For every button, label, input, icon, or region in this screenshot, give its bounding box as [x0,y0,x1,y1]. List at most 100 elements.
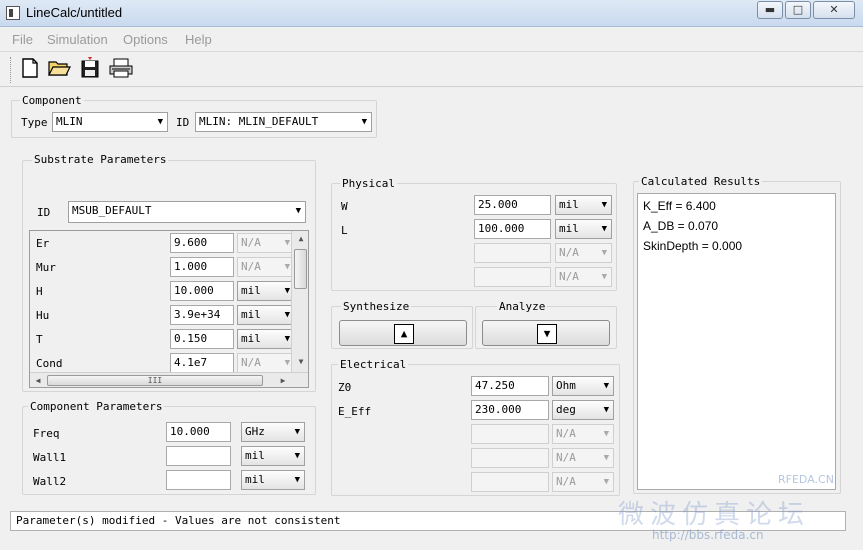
scroll-left-icon[interactable]: ◀ [30,373,46,387]
component-id-select[interactable]: MLIN: MLIN_DEFAULT ▼ [195,112,372,132]
arrow-down-icon: ▼ [537,324,557,344]
param-freq-unit-select[interactable]: GHz ▼ [241,422,305,442]
watermark-url: http://bbs.rfeda.cn [652,528,764,542]
physical-empty-3-unit-select: N/A ▼ [555,267,612,287]
chevron-down-icon: ▼ [295,206,301,216]
substrate-hu-unit-select[interactable]: mil ▼ [237,305,295,325]
chevron-down-icon: ▼ [284,334,290,344]
chevron-down-icon: ▼ [284,238,290,248]
substrate-h-unit-select[interactable]: mil ▼ [237,281,295,301]
substrate-t-input[interactable]: 0.150 [170,329,234,349]
window-title: LineCalc/untitled [26,5,123,20]
vertical-scrollbar[interactable]: ▲ ▼ [291,231,308,372]
substrate-er-unit-select[interactable]: N/A ▼ [237,233,295,253]
substrate-er-input[interactable]: 9.600 [170,233,234,253]
physical-empty-2-unit-select: N/A ▼ [555,243,612,263]
menu-file[interactable]: File [12,32,33,47]
substrate-cond-unit-select-value: N/A [241,356,261,369]
param-wall2-unit-select[interactable]: mil ▼ [241,470,305,490]
electrical-e_eff-input[interactable]: 230.000 [471,400,549,420]
synthesize-group-label: Synthesize [341,300,412,313]
param-wall1-unit-select[interactable]: mil ▼ [241,446,305,466]
menu-options[interactable]: Options [123,32,168,47]
physical-l-unit-select[interactable]: mil ▼ [555,219,612,239]
vertical-scroll-thumb[interactable] [294,249,307,289]
watermark-chinese: 微波仿真论坛 [618,500,811,530]
synthesize-button[interactable]: ▲ [339,320,467,346]
substrate-mur-input[interactable]: 1.000 [170,257,234,277]
analyze-button[interactable]: ▼ [482,320,610,346]
chevron-down-icon: ▼ [284,262,290,272]
save-icon[interactable] [78,57,102,81]
new-file-icon[interactable] [18,57,42,81]
param-wall1-unit-select-value: mil [245,449,265,462]
id-label: ID [176,116,190,129]
chevron-down-icon: ▼ [603,405,609,415]
type-select[interactable]: MLIN ▼ [52,112,168,132]
param-freq-input[interactable]: 10.000 [166,422,231,442]
menu-help[interactable]: Help [185,32,212,47]
close-button[interactable]: ✕ [813,1,855,19]
minimize-button[interactable]: ▬ [757,1,783,19]
chevron-down-icon: ▼ [601,224,607,234]
substrate-mur-unit-select[interactable]: N/A ▼ [237,257,295,277]
chevron-down-icon: ▼ [601,248,607,258]
electrical-e_eff-unit-select[interactable]: deg ▼ [552,400,614,420]
toolbar-grip [10,57,12,83]
substrate-er-unit-select-value: N/A [241,236,261,249]
param-freq-unit-select-value: GHz [245,425,265,438]
param-wall2-label: Wall2 [33,475,67,488]
physical-w-input[interactable]: 25.000 [474,195,551,215]
app-icon [6,6,20,20]
physical-group-label: Physical [340,177,397,190]
chevron-down-icon: ▼ [361,117,367,127]
horizontal-scrollbar[interactable]: ◀ III ▶ [30,372,308,387]
substrate-cond-label: Cond [36,357,63,370]
analyze-group-label: Analyze [497,300,548,313]
electrical-e_eff-label: E_Eff [338,405,372,418]
substrate-id-value: MSUB_DEFAULT [72,204,152,217]
toolbar [0,53,863,87]
results-text-area[interactable]: K_Eff = 6.400 A_DB = 0.070 SkinDepth = 0… [637,193,836,490]
electrical-z0-unit-select[interactable]: Ohm ▼ [552,376,614,396]
electrical-empty-4-unit-select-value: N/A [556,475,576,488]
electrical-z0-input[interactable]: 47.250 [471,376,549,396]
substrate-group-label: Substrate Parameters [32,153,169,166]
substrate-cond-input[interactable]: 4.1e7 [170,353,234,373]
substrate-t-unit-select[interactable]: mil ▼ [237,329,295,349]
chevron-down-icon: ▼ [603,429,609,439]
param-wall2-input[interactable] [166,470,231,490]
substrate-cond-unit-select[interactable]: N/A ▼ [237,353,295,373]
physical-empty-3-input [474,267,551,287]
scroll-up-icon[interactable]: ▲ [293,231,308,247]
scroll-down-icon[interactable]: ▼ [293,354,308,370]
menu-simulation[interactable]: Simulation [47,32,108,47]
substrate-er-label: Er [36,237,50,250]
substrate-hu-label: Hu [36,309,50,322]
results-group-label: Calculated Results [639,175,763,188]
param-freq-label: Freq [33,427,60,440]
maximize-button[interactable]: □ [785,1,811,19]
electrical-z0-unit-select-value: Ohm [556,379,576,392]
substrate-h-input[interactable]: 10.000 [170,281,234,301]
physical-empty-3-unit-select-value: N/A [559,270,579,283]
chevron-down-icon: ▼ [157,117,163,127]
component-id-value: MLIN: MLIN_DEFAULT [199,115,319,128]
physical-l-input[interactable]: 100.000 [474,219,551,239]
open-folder-icon[interactable] [47,57,71,81]
physical-w-unit-select[interactable]: mil ▼ [555,195,612,215]
param-wall1-input[interactable] [166,446,231,466]
substrate-id-select[interactable]: MSUB_DEFAULT ▼ [68,201,306,223]
physical-l-label: L [341,224,348,237]
chevron-down-icon: ▼ [294,427,300,437]
scroll-right-icon[interactable]: ▶ [275,373,291,387]
type-value: MLIN [56,115,83,128]
print-icon[interactable] [108,57,133,81]
horizontal-scroll-thumb[interactable]: III [47,375,263,386]
chevron-down-icon: ▼ [603,453,609,463]
substrate-hu-input[interactable]: 3.9e+34 [170,305,234,325]
title-bar: LineCalc/untitled ▬ □ ✕ [0,0,863,27]
result-a-db: A_DB = 0.070 [643,219,719,233]
substrate-param-table[interactable]: Er 9.600 N/A ▼ Mur 1.000 N/A ▼ H 10.000 mil ▼ Hu 3.9e… [29,230,309,388]
chevron-down-icon: ▼ [284,310,290,320]
